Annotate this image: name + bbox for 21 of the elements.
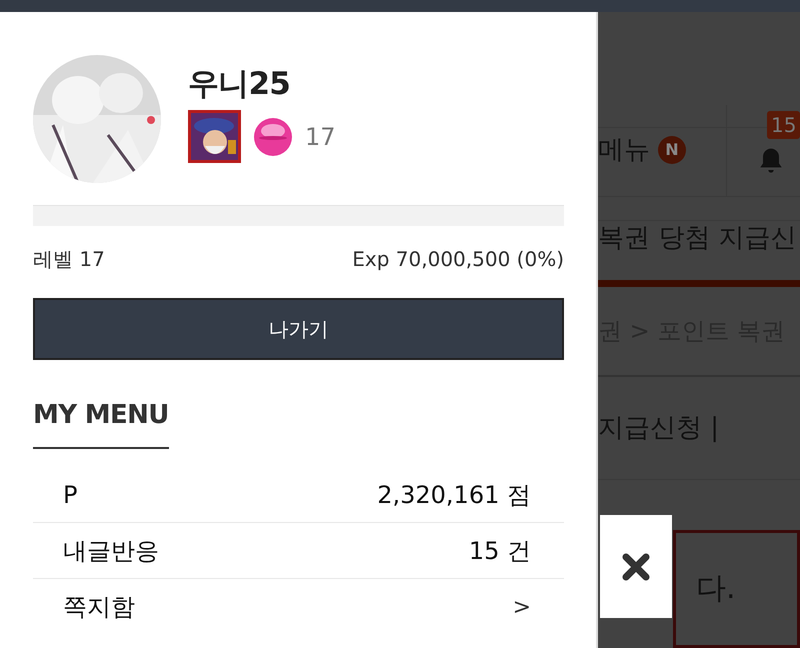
user-name: 우니25	[188, 69, 292, 100]
character-badge-icon	[188, 110, 241, 163]
menu-row[interactable]: 내글반응 15 건	[33, 523, 564, 579]
new-badge: N	[658, 136, 686, 164]
menu-value: 2,320,161 점	[377, 480, 531, 510]
menu-label: P	[63, 480, 78, 510]
menu-row[interactable]: P 2,320,161 점	[33, 467, 564, 523]
menu-value: 15 건	[468, 536, 531, 566]
logout-button[interactable]: 나가기	[33, 298, 564, 360]
level-number: 17	[305, 122, 336, 152]
menu-label: 쪽지함	[63, 592, 135, 623]
notification-count: 15	[767, 110, 800, 139]
level-label: 레벨 17	[33, 246, 105, 273]
chevron-icon: >	[512, 590, 531, 624]
menu-heading: MY MENU	[33, 396, 169, 449]
menu-row[interactable]: 쪽지함 >	[33, 579, 564, 635]
menu-label: 내글반응	[63, 536, 159, 566]
close-button[interactable]	[600, 515, 672, 618]
close-icon	[622, 552, 650, 580]
gem-icon	[253, 116, 293, 156]
exp-value: Exp 70,000,500 (0%)	[352, 246, 564, 273]
